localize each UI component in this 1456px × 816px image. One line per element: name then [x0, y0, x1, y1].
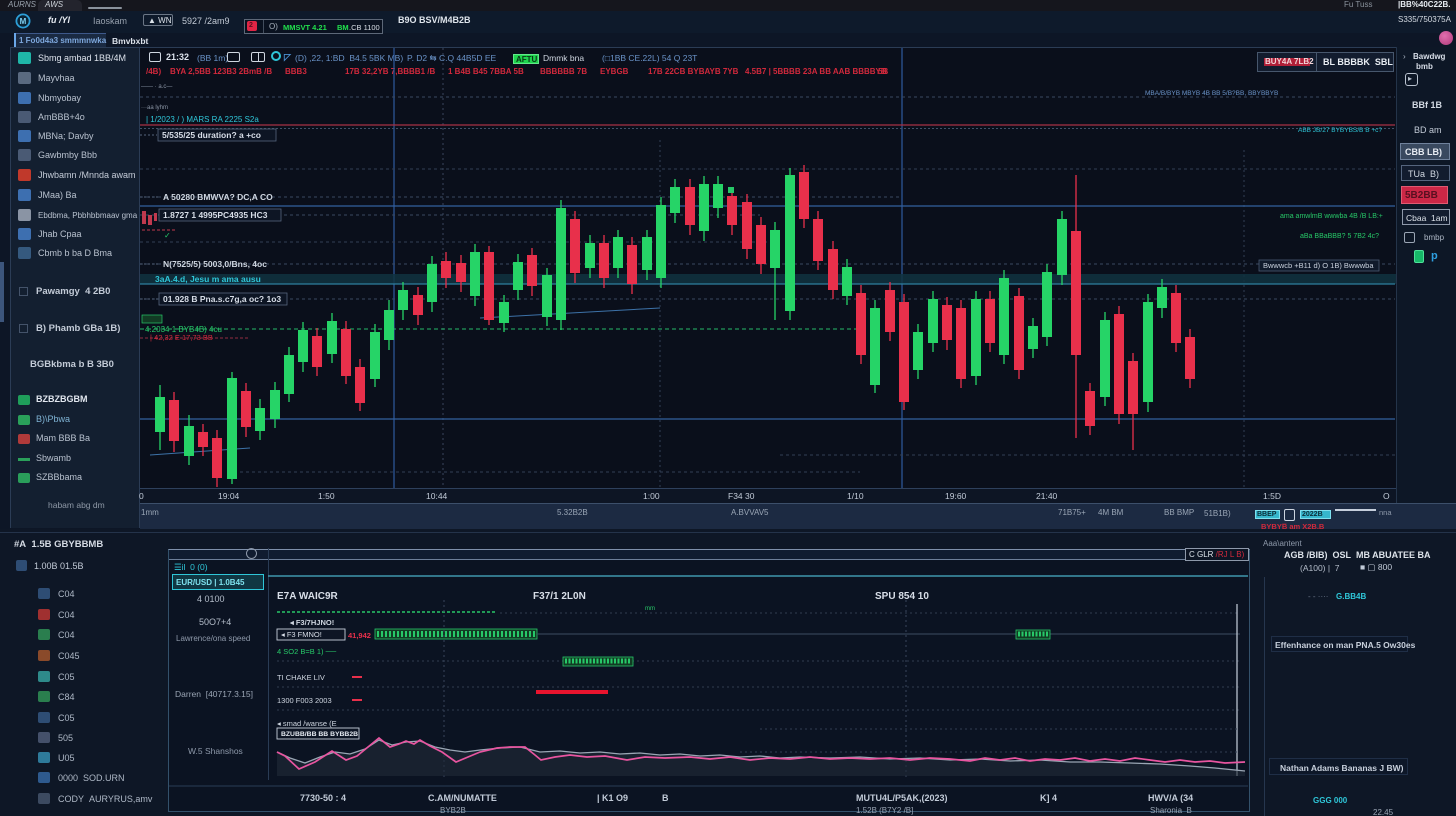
svg-text:N(7525/5) 5003,0/Bns, 4oc: N(7525/5) 5003,0/Bns, 4oc	[163, 259, 267, 269]
svg-text:◂ F3 FMNO!: ◂ F3 FMNO!	[281, 630, 322, 639]
svg-text:aBa BBaBBB? 5 7B2 4c?: aBa BBaBBB? 5 7B2 4c?	[1300, 233, 1379, 240]
svg-text:···aa lyhm: ···aa lyhm	[141, 105, 168, 111]
svg-text:1300 F003 2003: 1300 F003 2003	[277, 696, 332, 705]
svg-text:| 1/2023 / ) MARS RA 2225 S2a: | 1/2023 / ) MARS RA 2225 S2a	[146, 115, 259, 124]
svg-text:TI CHAKE LIV: TI CHAKE LIV	[277, 673, 325, 682]
svg-text:◂ smad /wanse (E: ◂ smad /wanse (E	[277, 719, 337, 728]
svg-text:| 42,32 E 17,73 BB: | 42,32 E 17,73 BB	[150, 333, 213, 342]
svg-text:ABB JB/27 BYBYBS/B B +c?: ABB JB/27 BYBYBS/B B +c?	[1298, 127, 1382, 134]
svg-text:41,942: 41,942	[348, 631, 371, 640]
svg-text:ama amwlmB wwwba 4B /B LB:+: ama amwlmB wwwba 4B /B LB:+	[1280, 213, 1383, 220]
svg-text:4 SO2 B=B 1) ──: 4 SO2 B=B 1) ──	[277, 647, 337, 656]
svg-text:✓: ✓	[164, 231, 171, 240]
svg-text:Bwwwcb +B11 d) O 1B) Bwwwba: Bwwwcb +B11 d) O 1B) Bwwwba	[1263, 261, 1374, 270]
svg-text:MBA/B/BYB MBYB 4B BB 5/B?BB, B: MBA/B/BYB MBYB 4B BB 5/B?BB, BBYBBYB	[1145, 90, 1278, 97]
svg-text:BZUBB/BB BB BYBB2B: BZUBB/BB BB BYBB2B	[281, 731, 358, 738]
svg-text:1.8727 1 4995PC4935 HC3: 1.8727 1 4995PC4935 HC3	[163, 210, 268, 220]
svg-text:mm: mm	[645, 606, 655, 612]
svg-text:5/535/25 duration? a +co: 5/535/25 duration? a +co	[162, 130, 261, 140]
svg-text:A 50280 BMWVA? DC,A CO: A 50280 BMWVA? DC,A CO	[163, 192, 273, 202]
svg-text:01.928 B Pna.s.c7g,a oc? 1o3: 01.928 B Pna.s.c7g,a oc? 1o3	[163, 294, 281, 304]
svg-text:◂ F3/7HJNO!: ◂ F3/7HJNO!	[289, 618, 334, 627]
svg-text:—— · a.c—: —— · a.c—	[141, 84, 172, 90]
svg-text:3aA.4.d, Jesu m ama ausu: 3aA.4.d, Jesu m ama ausu	[155, 274, 261, 284]
svg-text:M: M	[20, 17, 27, 26]
